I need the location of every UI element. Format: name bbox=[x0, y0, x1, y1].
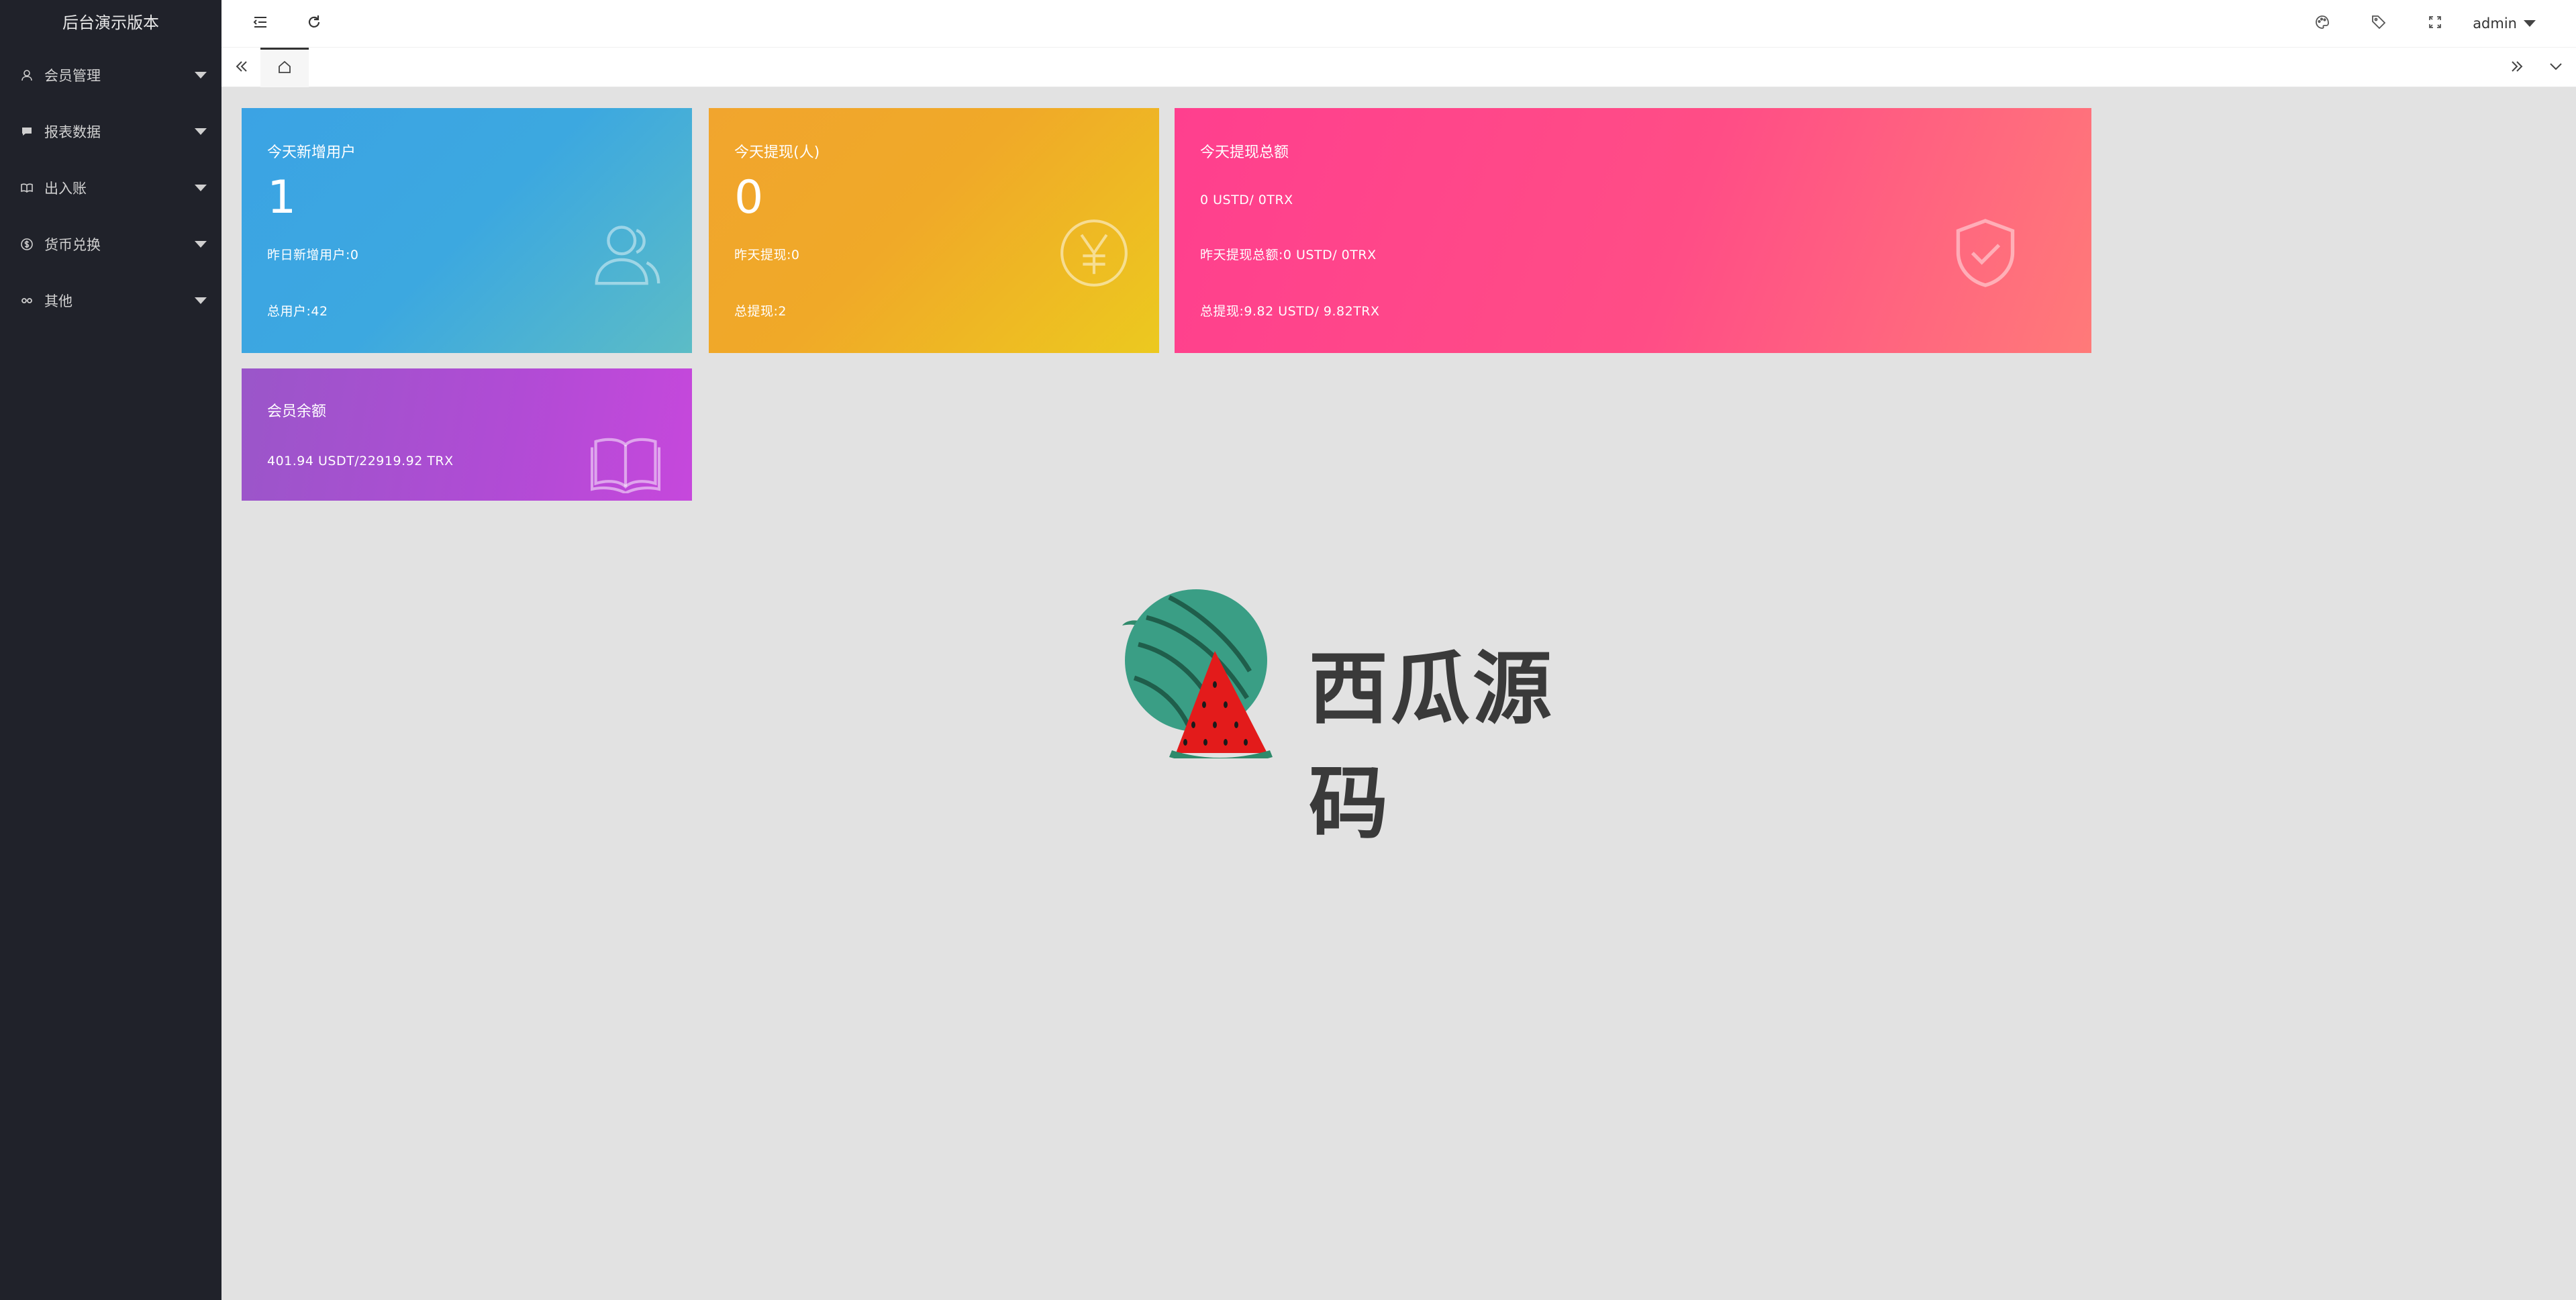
caret-down-icon bbox=[195, 128, 207, 135]
card-title: 今天提现(人) bbox=[734, 144, 820, 161]
caret-down-icon bbox=[195, 297, 207, 304]
tabs-scroll-right-button[interactable] bbox=[2505, 56, 2529, 80]
card-value: 0 bbox=[734, 171, 764, 224]
sidebar-item-label: 报表数据 bbox=[44, 124, 101, 140]
book-icon bbox=[19, 180, 35, 196]
sidebar-item-currency-exchange[interactable]: 货币兑换 bbox=[0, 216, 221, 272]
card-balance-value: 401.94 USDT/22919.92 TRX bbox=[267, 454, 454, 468]
double-chevron-right-icon bbox=[2508, 58, 2526, 78]
sidebar-item-report-data[interactable]: 报表数据 bbox=[0, 103, 221, 160]
sidebar-item-label: 出入账 bbox=[44, 181, 87, 197]
user-icon bbox=[19, 67, 35, 83]
brand-title: 后台演示版本 bbox=[62, 13, 159, 32]
card-withdraw-amount: 今天提现总额 0 USTD/ 0TRX 昨天提现总额:0 USTD/ 0TRX … bbox=[1175, 108, 2091, 353]
card-today: 0 USTD/ 0TRX bbox=[1200, 193, 1293, 207]
sidebar-item-label: 其他 bbox=[44, 293, 72, 309]
refresh-icon bbox=[305, 13, 323, 34]
theme-button[interactable] bbox=[2310, 11, 2334, 36]
theme-icon bbox=[2314, 13, 2331, 34]
double-chevron-left-icon bbox=[233, 58, 250, 78]
main-content: 今天新增用户 1 昨日新增用户:0 总用户:42 今天提现(人) 0 昨天提现:… bbox=[221, 87, 2576, 1300]
sidebar-item-in-out-account[interactable]: 出入账 bbox=[0, 160, 221, 216]
dollar-icon bbox=[19, 236, 35, 252]
caret-down-icon bbox=[195, 185, 207, 191]
watermelon-logo-icon bbox=[1122, 589, 1273, 758]
tag-button[interactable] bbox=[2367, 11, 2391, 36]
user-menu[interactable]: admin bbox=[2473, 12, 2536, 35]
refresh-button[interactable] bbox=[302, 11, 326, 36]
card-title: 今天新增用户 bbox=[267, 144, 356, 161]
chevron-down-icon bbox=[2547, 58, 2565, 78]
tabs-options-button[interactable] bbox=[2544, 56, 2568, 80]
menu-fold-button[interactable] bbox=[248, 11, 273, 36]
card-total: 总提现:2 bbox=[734, 304, 787, 319]
fullscreen-button[interactable] bbox=[2423, 11, 2447, 36]
top-header: admin bbox=[221, 0, 2576, 47]
card-title: 会员余额 bbox=[267, 403, 327, 420]
card-title: 今天提现总额 bbox=[1200, 144, 1289, 161]
card-value: 1 bbox=[267, 171, 297, 224]
card-yesterday: 昨天提现:0 bbox=[734, 248, 800, 262]
card-member-balance: 会员余额 401.94 USDT/22919.92 TRX bbox=[242, 368, 692, 501]
users-icon bbox=[591, 215, 664, 289]
tag-icon bbox=[2370, 13, 2387, 34]
sidebar-item-label: 货币兑换 bbox=[44, 237, 101, 253]
menu-fold-icon bbox=[252, 13, 269, 34]
sidebar: 后台演示版本 会员管理 报表数据 出入账 货币兑换 其他 bbox=[0, 0, 221, 1300]
watermark: 西瓜源码 bbox=[1114, 577, 1597, 850]
caret-down-icon bbox=[195, 72, 207, 79]
card-total: 总提现:9.82 USTD/ 9.82TRX bbox=[1200, 304, 1380, 319]
caret-down-icon bbox=[195, 241, 207, 248]
sidebar-item-label: 会员管理 bbox=[44, 68, 101, 84]
card-yesterday: 昨天提现总额:0 USTD/ 0TRX bbox=[1200, 248, 1377, 262]
shield-check-icon bbox=[1953, 215, 2018, 291]
sidebar-item-other[interactable]: 其他 bbox=[0, 272, 221, 329]
tab-home[interactable] bbox=[260, 48, 309, 87]
tabs-bar bbox=[221, 47, 2576, 87]
chat-icon bbox=[19, 123, 35, 140]
yen-icon bbox=[1059, 218, 1129, 288]
book-icon bbox=[590, 436, 661, 495]
fullscreen-icon bbox=[2426, 13, 2444, 34]
tabs-scroll-left-button[interactable] bbox=[230, 56, 254, 80]
sidebar-item-member-management[interactable]: 会员管理 bbox=[0, 47, 221, 103]
card-yesterday: 昨日新增用户:0 bbox=[267, 248, 359, 262]
username: admin bbox=[2473, 15, 2517, 32]
watermark-text: 西瓜源码 bbox=[1309, 642, 1555, 850]
home-icon bbox=[277, 59, 293, 78]
card-new-users: 今天新增用户 1 昨日新增用户:0 总用户:42 bbox=[242, 108, 692, 353]
card-withdraw-people: 今天提现(人) 0 昨天提现:0 总提现:2 bbox=[709, 108, 1159, 353]
link-icon bbox=[19, 293, 35, 309]
card-total: 总用户:42 bbox=[267, 304, 328, 319]
caret-down-icon bbox=[2524, 20, 2536, 27]
